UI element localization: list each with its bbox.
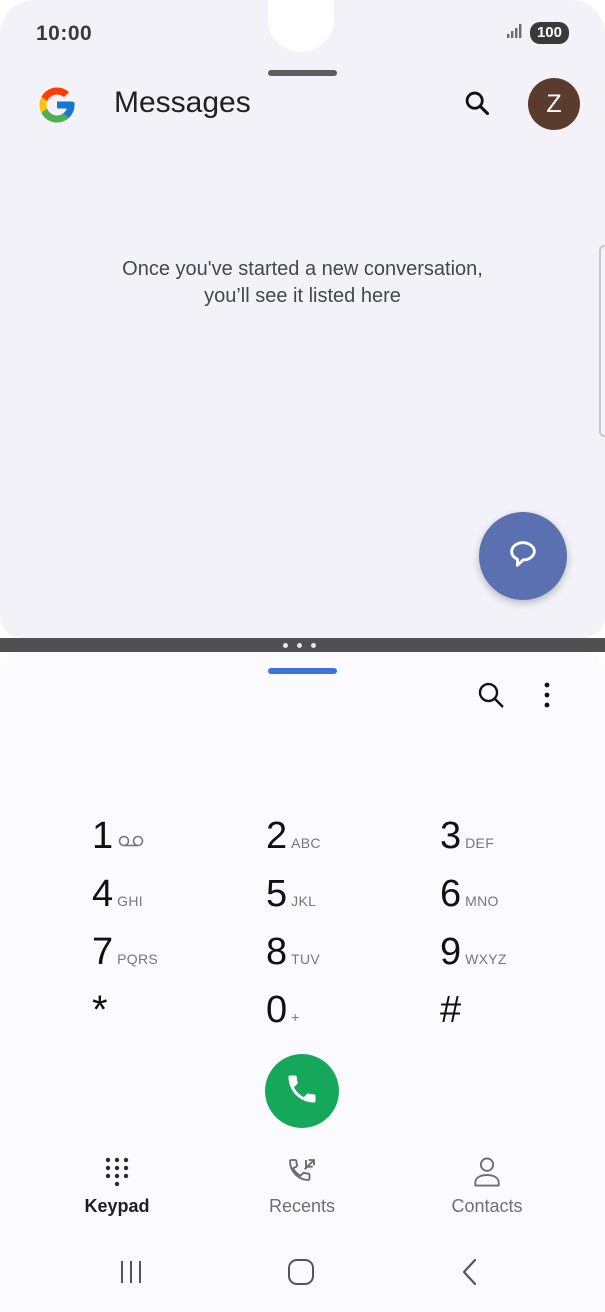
empty-state-line: you’ll see it listed here [204,285,401,307]
key-hash[interactable]: # [440,990,560,1040]
phone-search-button[interactable] [474,680,508,714]
recent-apps-button[interactable] [111,1258,151,1290]
battery-indicator: 100 [529,22,569,44]
key-digit: 6 [440,873,462,915]
key-digit: 2 [266,815,288,857]
google-logo-icon [36,84,78,126]
key-digit: * [92,988,108,1032]
key-2[interactable]: 2 ABC [266,816,386,866]
key-digit: # [440,989,462,1031]
recents-icon [286,1156,318,1188]
key-letters: ABC [291,835,321,851]
key-0[interactable]: 0 + [266,990,386,1040]
key-3[interactable]: 3 DEF [440,816,560,866]
messages-app-bar: Messages Z [0,74,605,134]
messages-window: 10:00 100 Messages Z Once you've started… [0,0,605,638]
key-5[interactable]: 5 JKL [266,874,386,924]
voicemail-icon [118,834,144,853]
window-drag-handle[interactable] [268,668,337,674]
back-button[interactable] [450,1258,490,1290]
tab-label: Keypad [84,1196,150,1216]
tab-label: Contacts [451,1196,523,1216]
start-chat-button[interactable] [479,512,567,600]
back-icon [460,1258,480,1291]
home-icon [287,1258,315,1291]
contacts-icon [471,1156,503,1188]
search-icon [476,680,506,715]
key-digit: 7 [92,931,114,973]
status-time: 10:00 [36,22,93,45]
empty-state-message: Once you've started a new conversation, … [0,256,605,310]
divider-handle-dots[interactable] [283,643,316,648]
key-9[interactable]: 9 WXYZ [440,932,560,982]
call-button[interactable] [265,1054,339,1128]
key-6[interactable]: 6 MNO [440,874,560,924]
tab-label: Recents [268,1196,336,1216]
key-digit: 5 [266,873,288,915]
messages-search-button[interactable] [458,86,496,124]
key-letters: WXYZ [465,951,507,967]
phone-call-icon [284,1071,320,1112]
key-letters: + [291,1009,300,1025]
system-navigation-bar [0,1252,605,1302]
key-digit: 4 [92,873,114,915]
camera-cutout [268,0,334,52]
key-letters: GHI [117,893,143,909]
phone-window: 1 2 ABC 3 DEF 4 GHI 5 JKL 6 MNO 7 PQRS 8… [0,652,605,1312]
key-letters: TUV [291,951,321,967]
chat-bubble-icon [506,537,540,576]
home-button[interactable] [281,1258,321,1290]
key-digit: 9 [440,931,462,973]
app-title: Messages [114,86,251,119]
recent-apps-icon [118,1259,144,1290]
tab-keypad[interactable]: Keypad [57,1156,177,1217]
empty-state-line: Once you've started a new conversation, [122,258,483,280]
tab-recents[interactable]: Recents [242,1156,362,1217]
key-letters: DEF [465,835,495,851]
more-options-button[interactable] [534,680,560,714]
search-icon [463,89,491,122]
key-digit: 3 [440,815,462,857]
key-letters: PQRS [117,951,159,967]
key-digit: 0 [266,989,288,1031]
key-star[interactable]: * [92,990,212,1040]
key-digit: 8 [266,931,288,973]
status-icons: 100 [506,22,569,44]
key-4[interactable]: 4 GHI [92,874,212,924]
key-digit: 1 [92,815,114,857]
signal-icon [506,23,524,44]
edge-panel-handle[interactable] [599,245,605,437]
tab-contacts[interactable]: Contacts [427,1156,547,1217]
key-8[interactable]: 8 TUV [266,932,386,982]
more-vert-icon [543,682,551,713]
key-7[interactable]: 7 PQRS [92,932,212,982]
key-letters: MNO [465,893,499,909]
account-avatar[interactable]: Z [528,78,580,130]
key-1[interactable]: 1 [92,816,212,866]
keypad-icon [101,1156,133,1188]
key-letters: JKL [291,893,317,909]
